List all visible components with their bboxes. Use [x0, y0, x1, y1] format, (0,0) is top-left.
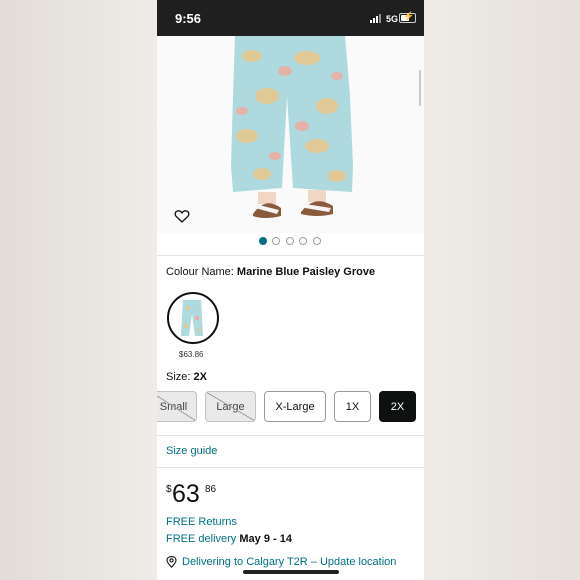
- size-guide-link[interactable]: Size guide: [166, 445, 217, 457]
- delivery-row: FREE delivery May 9 - 14: [166, 533, 292, 545]
- status-bar: 9:56 5G ⚡: [157, 0, 424, 36]
- divider: [157, 435, 424, 436]
- size-option-label: Large: [216, 400, 245, 413]
- size-option-2x[interactable]: 2X: [379, 391, 416, 422]
- colour-label: Colour Name:: [166, 266, 234, 278]
- carousel-dot[interactable]: [286, 237, 294, 245]
- heart-icon[interactable]: [174, 208, 190, 224]
- price-whole: 63: [172, 480, 200, 508]
- location-pin-icon: [166, 556, 177, 568]
- carousel-dot[interactable]: [299, 237, 307, 245]
- free-returns-link[interactable]: FREE Returns: [166, 516, 237, 528]
- colour-name-row: Colour Name: Marine Blue Paisley Grove: [166, 266, 375, 278]
- product-photo-pants: [157, 36, 424, 233]
- swatch-thumbnail: [172, 297, 214, 339]
- size-option-x-large[interactable]: X-Large: [264, 391, 326, 422]
- colour-value: Marine Blue Paisley Grove: [236, 266, 376, 278]
- size-value: 2X: [193, 371, 207, 383]
- background-left: [0, 0, 157, 580]
- size-option-large[interactable]: Large: [205, 391, 256, 422]
- carousel-dot[interactable]: [272, 237, 280, 245]
- swatch-price: $63.86: [179, 350, 204, 359]
- size-label: Size:: [166, 371, 191, 383]
- carousel-dot[interactable]: [259, 237, 267, 245]
- size-option-label: 1X: [345, 400, 360, 413]
- size-option-label: 2X: [390, 400, 405, 413]
- home-indicator: [243, 570, 339, 574]
- colour-swatch[interactable]: [167, 292, 219, 344]
- size-option-label: Small: [159, 400, 188, 413]
- size-option-label: X-Large: [275, 400, 315, 413]
- divider: [157, 255, 424, 256]
- signal-icon: [370, 14, 382, 23]
- battery-icon: ⚡: [399, 11, 416, 23]
- carousel-dot[interactable]: [313, 237, 321, 245]
- location-link[interactable]: Delivering to Calgary T2R – Update locat…: [182, 556, 396, 568]
- phone-screen: 9:56 5G ⚡ Colour Name: Marine Blue Paisl…: [157, 0, 424, 580]
- divider: [157, 467, 424, 468]
- size-option-1x[interactable]: 1X: [334, 391, 371, 422]
- price-fraction: 86: [205, 484, 217, 495]
- status-time: 9:56: [175, 11, 202, 26]
- network-type: 5G: [386, 14, 399, 24]
- size-row: Size: 2X: [166, 371, 207, 383]
- background-right: [424, 0, 580, 580]
- product-image[interactable]: [157, 36, 424, 233]
- free-delivery-link[interactable]: FREE delivery: [166, 533, 236, 545]
- delivery-dates: May 9 - 14: [239, 533, 292, 545]
- size-option-small[interactable]: Small: [157, 391, 197, 422]
- price-currency: $: [166, 484, 172, 495]
